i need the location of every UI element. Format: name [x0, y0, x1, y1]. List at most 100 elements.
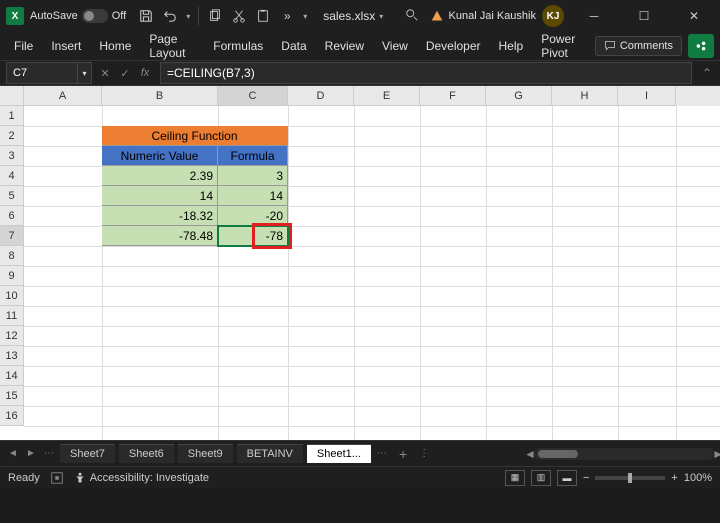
menu-file[interactable]: File: [6, 35, 41, 57]
table-cell[interactable]: 14: [102, 186, 218, 206]
row-header[interactable]: 14: [0, 366, 24, 386]
sheet-tab-active[interactable]: Sheet1...: [307, 444, 371, 463]
menu-view[interactable]: View: [374, 35, 416, 57]
table-title[interactable]: Ceiling Function: [102, 126, 288, 146]
zoom-slider[interactable]: [595, 476, 665, 480]
normal-view-icon[interactable]: ▦: [505, 470, 525, 486]
close-button[interactable]: ✕: [674, 2, 714, 30]
menu-formulas[interactable]: Formulas: [205, 35, 271, 57]
tab-nav-next[interactable]: ►: [24, 448, 38, 459]
menu-page-layout[interactable]: Page Layout: [141, 28, 203, 64]
tab-nav-more[interactable]: ⋯: [375, 448, 389, 459]
search-icon[interactable]: [405, 8, 421, 24]
row-header[interactable]: 9: [0, 266, 24, 286]
zoom-level[interactable]: 100%: [684, 472, 712, 484]
fx-icon[interactable]: fx: [136, 63, 154, 83]
tab-options-icon[interactable]: ⋮: [417, 448, 431, 459]
sheet-tab[interactable]: Sheet9: [178, 444, 233, 463]
menu-insert[interactable]: Insert: [43, 35, 89, 57]
table-cell[interactable]: -78.48: [102, 226, 218, 246]
column-header[interactable]: F: [420, 86, 486, 106]
column-header[interactable]: I: [618, 86, 676, 106]
table-cell[interactable]: -78: [218, 226, 288, 246]
row-header[interactable]: 2: [0, 126, 24, 146]
row-header[interactable]: 5: [0, 186, 24, 206]
tab-nav-more[interactable]: ⋯: [42, 448, 56, 459]
tab-nav-prev[interactable]: ◄: [6, 448, 20, 459]
sheet-tab[interactable]: Sheet6: [119, 444, 174, 463]
expand-formula-bar-icon[interactable]: ⌃: [698, 62, 716, 84]
name-box-dropdown[interactable]: ▾: [78, 62, 92, 84]
accessibility-status[interactable]: Accessibility: Investigate: [74, 472, 209, 484]
menu-power-pivot[interactable]: Power Pivot: [533, 28, 593, 64]
column-header[interactable]: A: [24, 86, 102, 106]
menu-help[interactable]: Help: [491, 35, 532, 57]
table-cell[interactable]: 3: [218, 166, 288, 186]
row-header[interactable]: 8: [0, 246, 24, 266]
row-header[interactable]: 4: [0, 166, 24, 186]
cells-area[interactable]: Ceiling FunctionNumeric ValueFormula2.39…: [24, 106, 720, 440]
menu-developer[interactable]: Developer: [418, 35, 489, 57]
sheet-tab[interactable]: BETAINV: [237, 444, 303, 463]
menu-home[interactable]: Home: [91, 35, 139, 57]
column-header[interactable]: H: [552, 86, 618, 106]
undo-icon[interactable]: [162, 8, 178, 24]
status-bar: Ready Accessibility: Investigate ▦ ▥ ▬ −…: [0, 466, 720, 488]
formula-input[interactable]: =CEILING(B7,3): [160, 62, 692, 84]
column-header[interactable]: E: [354, 86, 420, 106]
row-header[interactable]: 13: [0, 346, 24, 366]
menu-review[interactable]: Review: [317, 35, 372, 57]
filename[interactable]: sales.xlsx ▾: [323, 9, 383, 23]
autosave-toggle[interactable]: AutoSave Off: [30, 9, 126, 23]
row-header[interactable]: 12: [0, 326, 24, 346]
chevron-down-icon[interactable]: ▾: [303, 12, 307, 21]
zoom-in-button[interactable]: +: [671, 472, 677, 484]
titlebar: X AutoSave Off ▾ » ▾ sales.xlsx ▾ Kunal …: [0, 0, 720, 32]
table-cell[interactable]: -20: [218, 206, 288, 226]
add-sheet-button[interactable]: +: [393, 446, 413, 462]
column-header[interactable]: D: [288, 86, 354, 106]
sheet-tab[interactable]: Sheet7: [60, 444, 115, 463]
row-header[interactable]: 3: [0, 146, 24, 166]
more-icon[interactable]: »: [279, 8, 295, 24]
row-header[interactable]: 11: [0, 306, 24, 326]
table-header[interactable]: Numeric Value: [102, 146, 218, 166]
table-header[interactable]: Formula: [218, 146, 288, 166]
row-header[interactable]: 7: [0, 226, 24, 246]
paste-icon[interactable]: [255, 8, 271, 24]
avatar: KJ: [542, 5, 564, 27]
share-button[interactable]: [688, 34, 714, 58]
copy-icon[interactable]: [207, 8, 223, 24]
maximize-button[interactable]: ☐: [624, 2, 664, 30]
table-cell[interactable]: 14: [218, 186, 288, 206]
row-header[interactable]: 1: [0, 106, 24, 126]
chevron-down-icon[interactable]: ▾: [379, 12, 383, 21]
page-break-view-icon[interactable]: ▬: [557, 470, 577, 486]
cancel-formula-icon[interactable]: ✕: [96, 63, 114, 83]
scrollbar-thumb[interactable]: [538, 450, 578, 458]
name-box[interactable]: C7: [6, 62, 78, 84]
comments-button[interactable]: Comments: [595, 36, 682, 56]
table-cell[interactable]: 2.39: [102, 166, 218, 186]
page-layout-view-icon[interactable]: ▥: [531, 470, 551, 486]
row-header[interactable]: 10: [0, 286, 24, 306]
table-cell[interactable]: -18.32: [102, 206, 218, 226]
save-icon[interactable]: [138, 8, 154, 24]
column-header[interactable]: C: [218, 86, 288, 106]
enter-formula-icon[interactable]: ✓: [116, 63, 134, 83]
toggle-switch-icon[interactable]: [82, 9, 108, 23]
horizontal-scrollbar[interactable]: ◄ ►: [534, 448, 714, 460]
row-header[interactable]: 6: [0, 206, 24, 226]
zoom-out-button[interactable]: −: [583, 472, 589, 484]
user-account[interactable]: Kunal Jai Kaushik KJ: [431, 5, 564, 27]
select-all-corner[interactable]: [0, 86, 24, 106]
chevron-down-icon[interactable]: ▾: [186, 12, 190, 21]
row-header[interactable]: 15: [0, 386, 24, 406]
column-header[interactable]: G: [486, 86, 552, 106]
menu-data[interactable]: Data: [273, 35, 314, 57]
minimize-button[interactable]: ─: [574, 2, 614, 30]
column-header[interactable]: B: [102, 86, 218, 106]
cut-icon[interactable]: [231, 8, 247, 24]
macro-icon[interactable]: [50, 471, 64, 485]
row-header[interactable]: 16: [0, 406, 24, 426]
